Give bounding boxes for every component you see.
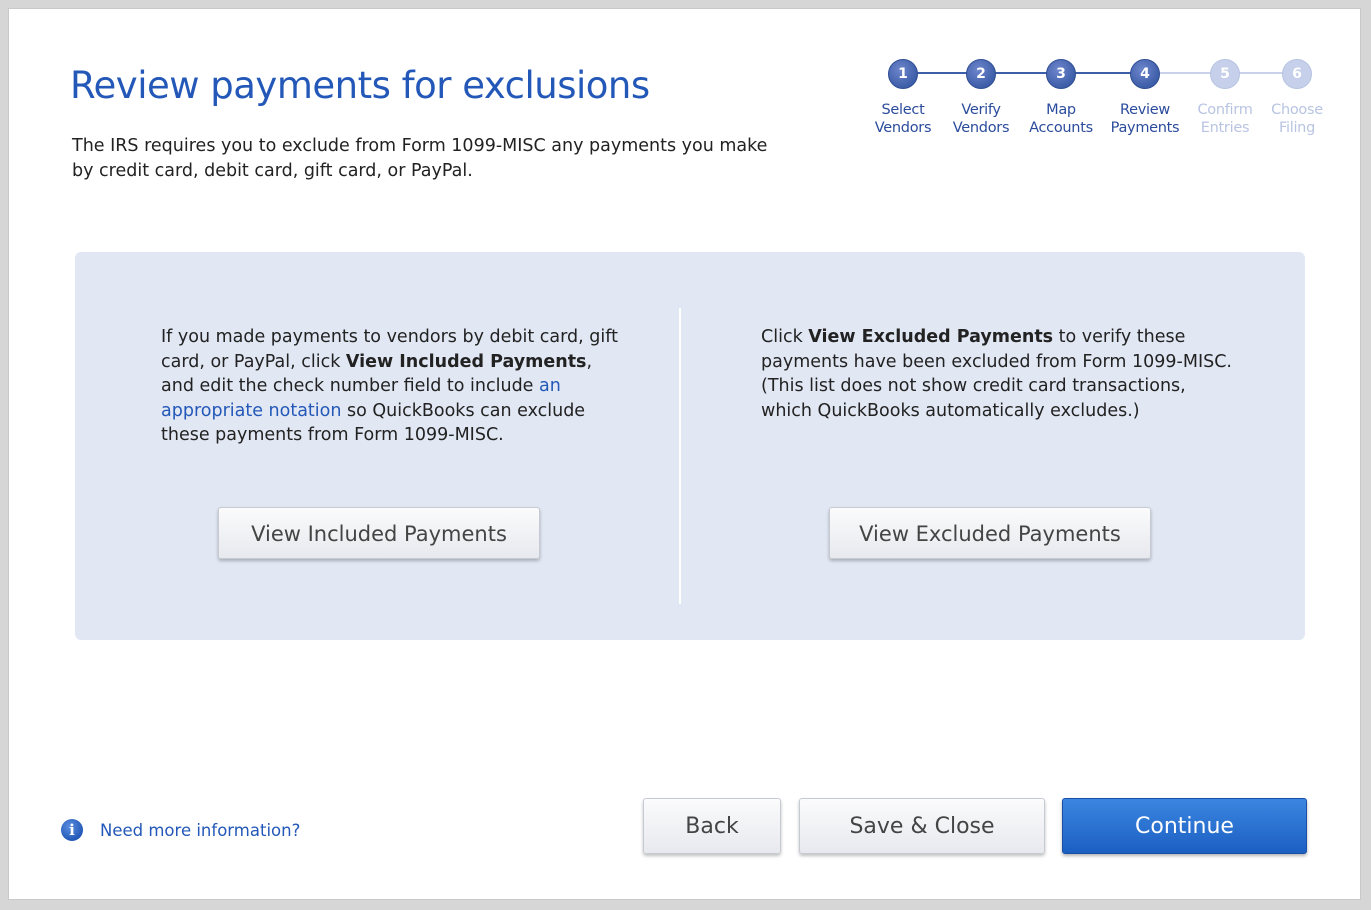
step-number: 1 (888, 59, 918, 89)
info-icon[interactable]: i (61, 819, 83, 841)
save-close-button[interactable]: Save & Close (799, 798, 1045, 854)
included-payments-description: If you made payments to vendors by debit… (161, 327, 618, 445)
options-panel: If you made payments to vendors by debit… (75, 252, 1305, 640)
step-review-payments: 4 Review Payments (1105, 59, 1185, 137)
progress-stepper: 1 Select Vendors 2 Verify Vendors 3 Map Acc… (859, 59, 1329, 159)
step-label: Verify Vendors (952, 102, 1010, 136)
continue-button[interactable]: Continue (1062, 798, 1307, 854)
step-number: 6 (1282, 59, 1312, 89)
step-label: Map Accounts (1029, 102, 1093, 136)
page-subtitle: The IRS requires you to exclude from For… (72, 136, 768, 181)
step-verify-vendors: 2 Verify Vendors (941, 59, 1021, 137)
step-label: Choose Filing (1271, 102, 1323, 136)
step-number: 5 (1210, 59, 1240, 89)
step-number: 4 (1130, 59, 1160, 89)
step-label: Confirm Entries (1197, 102, 1253, 136)
excluded-payments-bold: View Excluded Payments (808, 327, 1054, 347)
need-info-link-group[interactable]: i Need more information? (61, 819, 300, 841)
excluded-payments-description: Click View Excluded Payments to verify t… (761, 327, 1232, 421)
step-number: 3 (1046, 59, 1076, 89)
wizard-window: Review payments for exclusions The IRS r… (8, 8, 1361, 900)
step-number: 2 (966, 59, 996, 89)
panel-divider (679, 308, 681, 604)
page-title: Review payments for exclusions (70, 64, 650, 107)
step-choose-filing: 6 Choose Filing (1257, 59, 1337, 137)
step-map-accounts: 3 Map Accounts (1021, 59, 1101, 137)
back-button[interactable]: Back (643, 798, 781, 854)
step-label: Review Payments (1110, 102, 1180, 136)
included-payments-bold: View Included Payments (345, 351, 587, 372)
step-confirm-entries: 5 Confirm Entries (1185, 59, 1265, 137)
step-label: Select Vendors (874, 102, 932, 136)
need-more-info-link[interactable]: Need more information? (100, 821, 300, 840)
step-select-vendors: 1 Select Vendors (863, 59, 943, 137)
view-included-payments-button[interactable]: View Included Payments (218, 507, 540, 559)
view-excluded-payments-button[interactable]: View Excluded Payments (829, 507, 1151, 559)
